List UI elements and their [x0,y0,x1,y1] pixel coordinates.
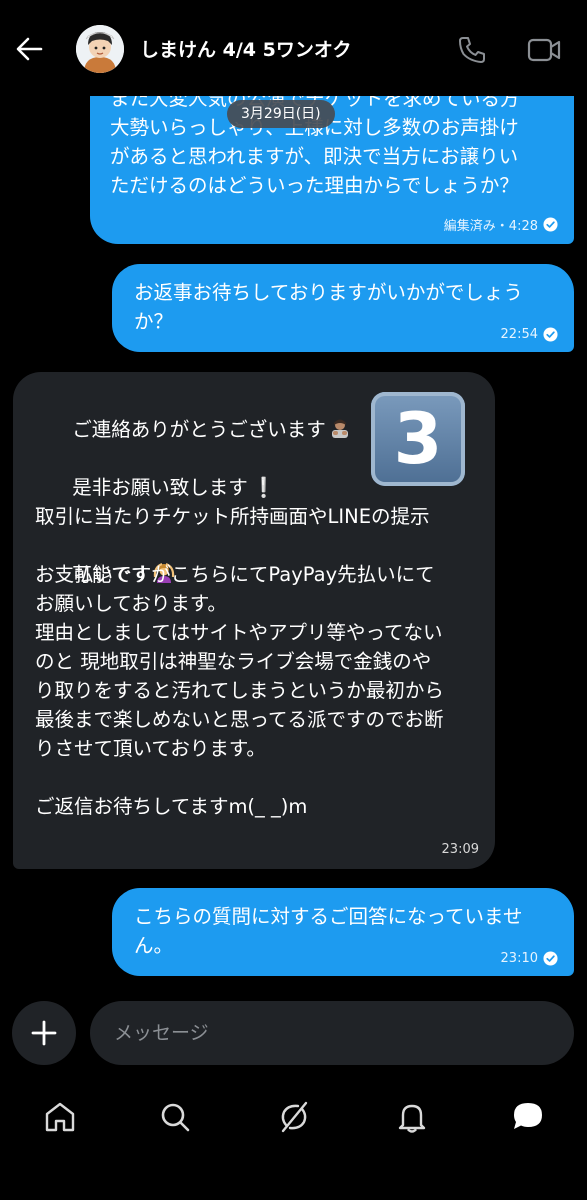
search-icon [161,1103,190,1132]
message-input[interactable] [90,1001,574,1065]
message-meta: 22:54 [501,327,558,342]
message-timestamp: 編集済み・4:28 [443,219,538,234]
message-meta: 23:09 [442,842,479,857]
message-timestamp: 23:09 [441,842,479,857]
nav-grok[interactable] [270,1093,318,1141]
plus-icon [31,1020,57,1046]
message-text: 取引に当たりチケット所持画面やLINEの提示 [35,505,430,528]
exclamation-emoji-icon: ❕ [251,476,276,499]
keycap-digit: 3 [393,398,443,480]
date-separator: 3月29日(日) [227,100,335,128]
phone-call-icon[interactable] [456,34,488,66]
message-timestamp: 23:10 [500,951,538,966]
back-arrow-icon[interactable] [14,34,44,64]
message-text: ご返信お待ちしてますm(_ _)m [35,795,308,818]
message-text: こちらの質問に対するご回答になっていませ ん。 [134,905,523,957]
nav-messages[interactable] [504,1093,552,1141]
read-check-icon [543,951,558,966]
bowing-man-emoji-icon [331,419,348,438]
add-attachment-button[interactable] [12,1001,76,1065]
messages-icon [514,1103,542,1129]
conversation-header: しまけん 4/4 5ワンオク [0,0,587,96]
message-text: お返事お待ちしておりますがいかがでしょう か？ [134,281,523,333]
message-text: ご連絡ありがとうございます [72,418,326,441]
keycap-three-emoji-icon: 3 [371,392,465,486]
message-composer [0,995,587,1070]
video-call-icon[interactable] [526,34,562,66]
message-meta: 編集済み・4:28 [444,215,558,234]
read-check-icon [543,217,558,232]
nav-search[interactable] [151,1093,199,1141]
message-text: お支払いですがこちらにてPayPay先払いにて お願いしております。 理由としま… [35,563,444,760]
avatar-image [76,25,124,73]
message-bubble-outgoing[interactable]: お返事お待ちしておりますがいかがでしょう か？ 22:54 [112,264,574,352]
nav-notifications[interactable] [388,1093,436,1141]
message-bubble-outgoing[interactable]: こちらの質問に対するご回答になっていませ ん。 23:10 [112,888,574,976]
avatar[interactable] [76,25,124,73]
bottom-navigation [0,1075,587,1200]
nav-home[interactable] [36,1093,84,1141]
message-timestamp: 22:54 [500,327,538,342]
home-icon [45,1102,75,1132]
conversation-title[interactable]: しまけん 4/4 5ワンオク [140,35,351,62]
message-text: また大変人気の公演でチケットを求めている方 大勢いらっしゃり、上様に対し多数のお… [110,87,520,197]
read-check-icon [543,327,558,342]
grok-icon [281,1101,308,1133]
message-meta: 23:10 [501,951,558,966]
message-line: 可能です [35,531,481,586]
bell-icon [398,1104,426,1133]
chat-thread[interactable]: また大変人気の公演でチケットを求めている方 大勢いらっしゃり、上様に対し多数のお… [0,0,587,990]
message-text: 是非お願い致します [72,476,248,499]
